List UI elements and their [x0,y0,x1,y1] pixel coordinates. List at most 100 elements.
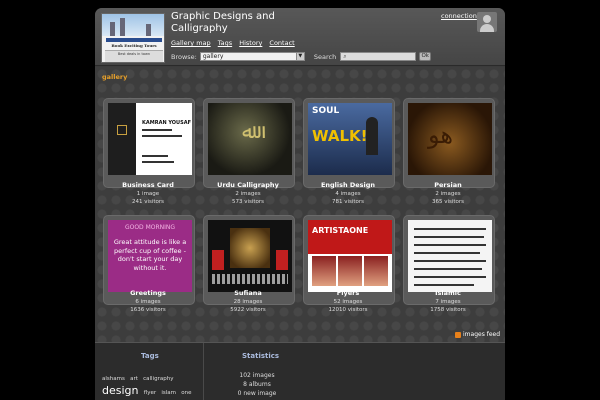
category-visitors: 781 visitors [331,199,365,205]
tags-title: Tags [141,352,159,360]
tag-link[interactable]: design [102,384,139,397]
tag-link[interactable]: one [181,390,191,396]
stat-images: 102 images [239,372,275,379]
greet-message: Great attitude is like a perfect cup of … [113,238,187,272]
category-images: 2 images [235,191,261,197]
flyers-image: ARTISTAONE [308,220,392,292]
logo-bar [106,38,162,42]
thumb-business-card[interactable]: KAMRAN YOUSAF [103,98,195,188]
browse-select[interactable]: gallery ▼ [199,52,305,61]
category-name[interactable]: Urdu Calligraphy [193,181,303,189]
english-word: WALK! [312,127,368,145]
category-name[interactable]: Persian [393,181,503,189]
text-line [414,260,486,262]
tag-link[interactable]: art [130,376,138,382]
category-name[interactable]: Greetings [95,289,203,297]
card-line [142,129,172,131]
text-line [414,252,480,254]
sufiana-side [212,250,224,270]
avatar-body [480,24,494,32]
gallery-label: gallery [102,73,128,81]
sufiana-side [276,250,288,270]
category-name[interactable]: Flyers [293,289,403,297]
browse-label: Browse: [171,52,197,61]
main-menu: Gallery map Tags History Contact [171,39,300,47]
statistics-list: 102 images 8 albums 0 new image [204,371,310,398]
thumb-urdu-calligraphy[interactable]: ﷲ [203,98,295,188]
statistics-title: Statistics [242,352,280,360]
flyer-brand: ARTISTAONE [312,226,369,235]
feed-label: images feed [463,331,501,338]
category-name[interactable]: Sufiana [193,289,303,297]
site-header: Book Exciting Tours Best deals in town G… [95,8,505,66]
menu-tags[interactable]: Tags [218,39,232,47]
category-name[interactable]: English Design [293,181,403,189]
category-images: 4 images [335,191,361,197]
ok-button[interactable]: Ok [419,52,432,61]
page-container: Book Exciting Tours Best deals in town G… [95,8,505,400]
tag-link[interactable]: islam [161,390,176,396]
calligraphy-glyph: ﻫﻮ [428,121,454,149]
urdu-calligraphy-image: ﷲ [208,103,292,175]
category-images: 52 images [333,299,363,305]
flyer-shopfront [312,256,336,286]
greetings-image: GOOD MORNING Great attitude is like a pe… [108,220,192,292]
avatar[interactable] [477,12,497,32]
flyer-shopfront [364,256,388,286]
english-design-image: SOUL WALK! [308,103,392,175]
text-line [414,268,482,270]
figure-silhouette [366,117,378,155]
category-images: 1 image [136,191,160,197]
browse-value: gallery [202,53,224,60]
category-visitors: 1758 visitors [430,307,466,313]
category-visitors: 5922 visitors [230,307,266,313]
thumb-persian[interactable]: ﻫﻮ [403,98,495,188]
category-visitors: 1636 visitors [130,307,166,313]
menu-contact[interactable]: Contact [269,39,294,47]
flyer-shopfront [338,256,362,286]
tag-link[interactable]: alshams [102,376,125,382]
tag-link[interactable]: flyer [144,390,156,396]
menu-gallery-map[interactable]: Gallery map [171,39,211,47]
search-input[interactable]: ⌕ [340,52,417,61]
search-label: Search [313,52,337,61]
islamic-image [408,220,492,292]
category-images: 2 images [435,191,461,197]
tag-link[interactable]: calligraphy [143,376,173,382]
category-visitors: 241 visitors [131,199,165,205]
sufiana-text-strip [212,274,288,284]
menu-history[interactable]: History [239,39,262,47]
greet-top: GOOD MORNING [124,224,176,231]
rss-icon [455,331,461,338]
thumb-english-design[interactable]: SOUL WALK! [303,98,395,188]
stat-albums: 8 albums [243,381,271,388]
site-title[interactable]: Graphic Designs and Calligraphy [171,11,291,35]
text-line [414,244,486,246]
logo-heading: Book Exciting Tours [111,43,157,48]
search-icon: ⌕ [343,53,347,60]
card-dark-panel [108,103,136,175]
site-logo[interactable]: Book Exciting Tours Best deals in town [101,13,165,63]
card-logo-icon [117,125,127,135]
logo-building [120,18,125,36]
sufiana-image [208,220,292,292]
stat-new-images: 0 new image [237,390,277,397]
text-line [414,284,474,286]
avatar-head [483,15,491,23]
chevron-down-icon: ▼ [295,53,304,60]
english-top: SOUL [312,106,340,116]
category-name[interactable]: Islamic [393,289,503,297]
category-images: 7 images [435,299,461,305]
logo-building [110,22,115,36]
text-line [414,276,486,278]
calligraphy-glyph: ﷲ [242,119,254,143]
images-feed-link[interactable]: images feed [455,331,500,338]
category-visitors: 12010 visitors [328,307,368,313]
card-name: KAMRAN YOUSAF [142,120,192,126]
category-name[interactable]: Business Card [95,181,203,189]
business-card-image: KAMRAN YOUSAF [108,103,192,175]
category-images: 6 images [135,299,161,305]
connection-link[interactable]: connection [441,12,477,20]
site-footer: Tags alshams art calligraphy design flye… [95,342,505,400]
browse-search-row: Browse: gallery ▼ Search ⌕ Ok [171,52,432,61]
